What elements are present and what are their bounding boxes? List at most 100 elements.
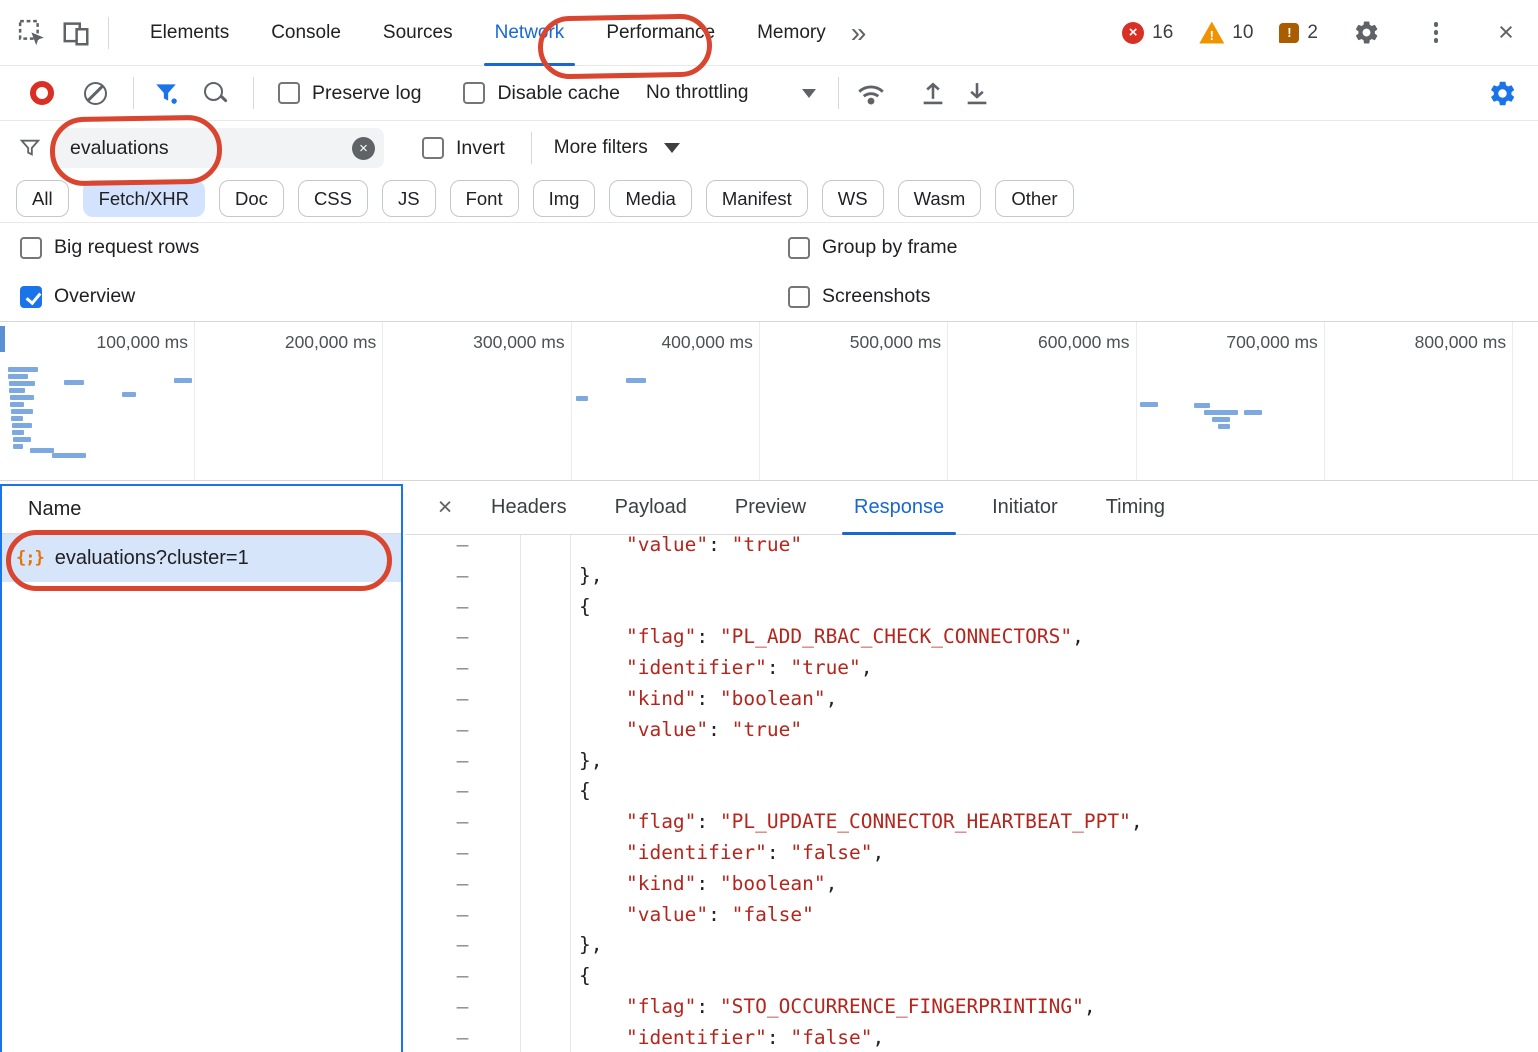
search-icon[interactable] bbox=[202, 80, 229, 107]
group-by-frame-label[interactable]: Group by frame bbox=[822, 236, 957, 259]
timeline-gridline bbox=[571, 322, 572, 480]
inspect-element-icon[interactable] bbox=[10, 11, 54, 55]
type-filter-font[interactable]: Font bbox=[450, 180, 519, 217]
tab-console[interactable]: Console bbox=[250, 0, 362, 66]
detail-tab-payload[interactable]: Payload bbox=[591, 481, 711, 535]
detail-tab-timing[interactable]: Timing bbox=[1082, 481, 1189, 535]
code-text: "flag": "PL_UPDATE_CONNECTOR_HEARTBEAT_P… bbox=[521, 807, 1143, 838]
gutter-marker: – bbox=[405, 535, 521, 561]
type-filter-doc[interactable]: Doc bbox=[219, 180, 284, 217]
code-text: "identifier": "false", bbox=[521, 838, 884, 869]
response-code-line: –}, bbox=[405, 930, 1538, 961]
network-toolbar: Preserve log Disable cache No throttling bbox=[0, 66, 1538, 121]
clear-network-log-icon[interactable] bbox=[84, 82, 107, 105]
record-network-log-button[interactable] bbox=[30, 81, 54, 105]
detail-tab-headers[interactable]: Headers bbox=[467, 481, 591, 535]
warning-icon: ! bbox=[1199, 22, 1224, 44]
detail-tab-response[interactable]: Response bbox=[830, 481, 968, 535]
throttling-select[interactable]: No throttling bbox=[646, 82, 816, 104]
tab-memory[interactable]: Memory bbox=[736, 0, 847, 66]
tab-elements[interactable]: Elements bbox=[129, 0, 250, 66]
timeline-selection-handle[interactable] bbox=[0, 326, 5, 352]
detail-tab-initiator[interactable]: Initiator bbox=[968, 481, 1082, 535]
response-code-line: – "kind": "boolean", bbox=[405, 869, 1538, 900]
disable-cache-label[interactable]: Disable cache bbox=[497, 82, 619, 105]
invert-label[interactable]: Invert bbox=[456, 137, 505, 160]
warning-count: 10 bbox=[1232, 22, 1253, 44]
settings-gear-icon[interactable] bbox=[1344, 11, 1388, 55]
screenshots-checkbox[interactable] bbox=[788, 286, 810, 308]
main-tab-strip: ElementsConsoleSourcesNetworkPerformance… bbox=[129, 0, 847, 66]
type-filter-css[interactable]: CSS bbox=[298, 180, 368, 217]
gutter-marker: – bbox=[405, 1023, 521, 1052]
request-row[interactable]: {;}evaluations?cluster=1 bbox=[2, 534, 401, 582]
network-activity-bar bbox=[9, 388, 25, 393]
response-body-viewer[interactable]: – "value": "true"–},–{– "flag": "PL_ADD_… bbox=[405, 535, 1538, 1052]
preserve-log-label[interactable]: Preserve log bbox=[312, 82, 421, 105]
code-text: "identifier": "true", bbox=[521, 653, 873, 684]
gutter-marker: – bbox=[405, 622, 521, 653]
disable-cache-checkbox[interactable] bbox=[463, 82, 485, 104]
preserve-log-checkbox[interactable] bbox=[278, 82, 300, 104]
type-filter-js[interactable]: JS bbox=[382, 180, 436, 217]
gutter-marker: – bbox=[405, 869, 521, 900]
type-filter-ws[interactable]: WS bbox=[822, 180, 884, 217]
export-har-icon[interactable] bbox=[955, 71, 999, 115]
device-toolbar-icon[interactable] bbox=[54, 11, 98, 55]
more-filters-label: More filters bbox=[554, 137, 648, 159]
issues-badge[interactable]: ! 2 bbox=[1279, 22, 1318, 44]
big-request-rows-checkbox[interactable] bbox=[20, 237, 42, 259]
close-detail-icon[interactable]: × bbox=[423, 493, 467, 522]
type-filter-img[interactable]: Img bbox=[533, 180, 596, 217]
overview-label[interactable]: Overview bbox=[54, 285, 135, 308]
network-activity-bar bbox=[576, 396, 588, 401]
network-activity-bar bbox=[1204, 410, 1238, 415]
network-overview-timeline[interactable]: 100,000 ms200,000 ms300,000 ms400,000 ms… bbox=[0, 321, 1538, 481]
network-settings-gear-icon[interactable] bbox=[1480, 71, 1524, 115]
timeline-gridline bbox=[1324, 322, 1325, 480]
response-code-line: –{ bbox=[405, 961, 1538, 992]
clear-filter-icon[interactable]: × bbox=[352, 137, 375, 160]
close-devtools-icon[interactable]: × bbox=[1484, 11, 1528, 55]
network-activity-bar bbox=[30, 448, 54, 453]
screenshots-label[interactable]: Screenshots bbox=[822, 285, 930, 308]
overflow-menu-icon[interactable] bbox=[1414, 11, 1458, 55]
response-code-line: –}, bbox=[405, 746, 1538, 777]
response-code-line: – "flag": "PL_ADD_RBAC_CHECK_CONNECTORS"… bbox=[405, 622, 1538, 653]
type-filter-media[interactable]: Media bbox=[609, 180, 691, 217]
tab-sources[interactable]: Sources bbox=[362, 0, 474, 66]
timeline-tick-label: 400,000 ms bbox=[601, 332, 753, 353]
type-filter-other[interactable]: Other bbox=[995, 180, 1073, 217]
gutter-marker: – bbox=[405, 746, 521, 777]
warning-badge[interactable]: ! 10 bbox=[1199, 22, 1253, 44]
network-activity-bar bbox=[52, 453, 86, 458]
more-tabs-icon[interactable]: » bbox=[851, 17, 867, 49]
more-filters-button[interactable]: More filters bbox=[554, 137, 680, 159]
code-text: "value": "true" bbox=[521, 535, 802, 561]
network-activity-bar bbox=[9, 381, 35, 386]
request-name: evaluations?cluster=1 bbox=[55, 547, 249, 570]
divider bbox=[133, 77, 134, 109]
chevron-down-icon bbox=[664, 143, 680, 153]
tab-performance[interactable]: Performance bbox=[585, 0, 736, 66]
network-activity-bar bbox=[174, 378, 192, 383]
type-filter-manifest[interactable]: Manifest bbox=[706, 180, 808, 217]
tab-network[interactable]: Network bbox=[474, 0, 586, 66]
type-filter-wasm[interactable]: Wasm bbox=[898, 180, 982, 217]
timeline-tick-label: 700,000 ms bbox=[1166, 332, 1318, 353]
detail-tab-preview[interactable]: Preview bbox=[711, 481, 830, 535]
big-request-rows-label[interactable]: Big request rows bbox=[54, 236, 199, 259]
code-text: "value": "true" bbox=[521, 715, 802, 746]
invert-checkbox[interactable] bbox=[422, 137, 444, 159]
filter-text-input[interactable] bbox=[70, 137, 352, 160]
error-badge[interactable]: × 16 bbox=[1122, 22, 1173, 44]
type-filter-all[interactable]: All bbox=[16, 180, 69, 217]
network-conditions-icon[interactable] bbox=[849, 71, 893, 115]
group-by-frame-checkbox[interactable] bbox=[788, 237, 810, 259]
import-har-icon[interactable] bbox=[911, 71, 955, 115]
filter-input-box: × bbox=[54, 128, 384, 168]
overview-checkbox[interactable] bbox=[20, 286, 42, 308]
type-filter-fetch-xhr[interactable]: Fetch/XHR bbox=[83, 180, 205, 217]
name-column-header[interactable]: Name bbox=[2, 486, 401, 534]
filter-icon[interactable] bbox=[144, 71, 188, 115]
